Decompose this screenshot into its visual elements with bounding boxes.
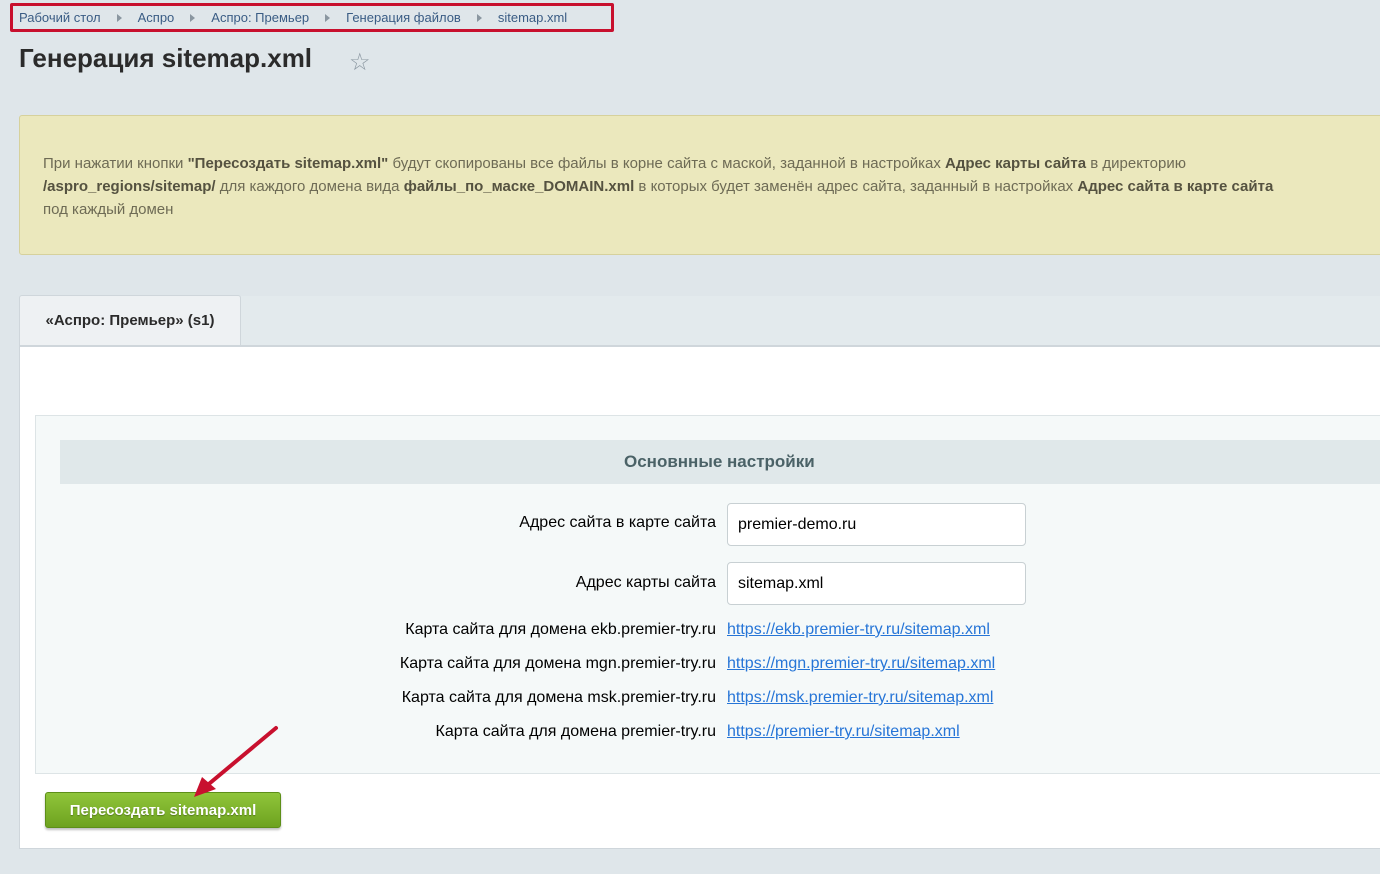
breadcrumb-item-desktop[interactable]: Рабочий стол <box>19 10 101 25</box>
site-address-input[interactable] <box>727 503 1026 546</box>
domain-label: Карта сайта для домена premier-try.ru <box>435 723 717 740</box>
page-title: Генерация sitemap.xml <box>19 43 313 73</box>
notice-bold: Адрес карты сайта <box>944 155 1087 172</box>
domain-label: Карта сайта для домена msk.premier-try.r… <box>401 689 716 706</box>
notice-text: под каждый домен <box>43 201 174 218</box>
domain-sitemap-link[interactable]: https://ekb.premier-try.ru/sitemap.xml <box>727 621 990 639</box>
breadcrumb-separator-icon <box>476 13 482 22</box>
breadcrumb-item-aspro-premier[interactable]: Аспро: Премьер <box>211 10 309 25</box>
annotation-arrow-icon <box>194 726 278 797</box>
domain-sitemap-link[interactable]: https://mgn.premier-try.ru/sitemap.xml <box>727 655 995 673</box>
domain-sitemap-link[interactable]: https://msk.premier-try.ru/sitemap.xml <box>727 689 993 707</box>
tab-strip <box>241 296 1380 346</box>
sitemap-address-input[interactable] <box>727 562 1026 605</box>
notice-text: для каждого домена вида <box>215 178 404 195</box>
domain-label: Карта сайта для домена mgn.premier-try.r… <box>399 655 716 672</box>
breadcrumb-item-sitemap[interactable]: sitemap.xml <box>498 10 567 25</box>
sitemap-address-label: Адрес карты сайта <box>575 574 716 591</box>
breadcrumb-separator-icon <box>116 13 122 22</box>
notice-text: будут скопированы все файлы в корне сайт… <box>388 155 945 172</box>
breadcrumb-separator-icon <box>325 13 331 22</box>
breadcrumb-separator-icon <box>190 13 196 22</box>
section-title: Основнные настройки <box>624 452 815 471</box>
notice-text: в которых будет заменён адрес сайта, зад… <box>634 178 1078 195</box>
domain-sitemap-link[interactable]: https://premier-try.ru/sitemap.xml <box>727 723 960 741</box>
info-notice: При нажатии кнопки "Пересоздать sitemap.… <box>19 115 1380 255</box>
section-header: Основнные настройки <box>60 440 1380 484</box>
site-address-label: Адрес сайта в карте сайта <box>519 514 716 531</box>
tab-aspro-premier[interactable]: «Аспро: Премьер» (s1) <box>19 295 241 345</box>
breadcrumb-item-file-generation[interactable]: Генерация файлов <box>346 10 461 25</box>
notice-bold: /aspro_regions/sitemap/ <box>43 178 216 195</box>
notice-bold: "Пересоздать sitemap.xml" <box>187 155 389 172</box>
breadcrumb-item-aspro[interactable]: Аспро <box>138 10 175 25</box>
notice-text: При нажатии кнопки <box>43 155 188 172</box>
notice-bold: файлы_по_маске_DOMAIN.xml <box>403 178 635 195</box>
domain-label: Карта сайта для домена ekb.premier-try.r… <box>405 621 716 638</box>
notice-bold: Адрес сайта в карте сайта <box>1077 178 1274 195</box>
favorite-star-icon[interactable]: ☆ <box>349 48 371 77</box>
notice-text: в директорию <box>1086 155 1186 172</box>
breadcrumb: Рабочий стол Аспро Аспро: Премьер Генера… <box>10 3 614 32</box>
